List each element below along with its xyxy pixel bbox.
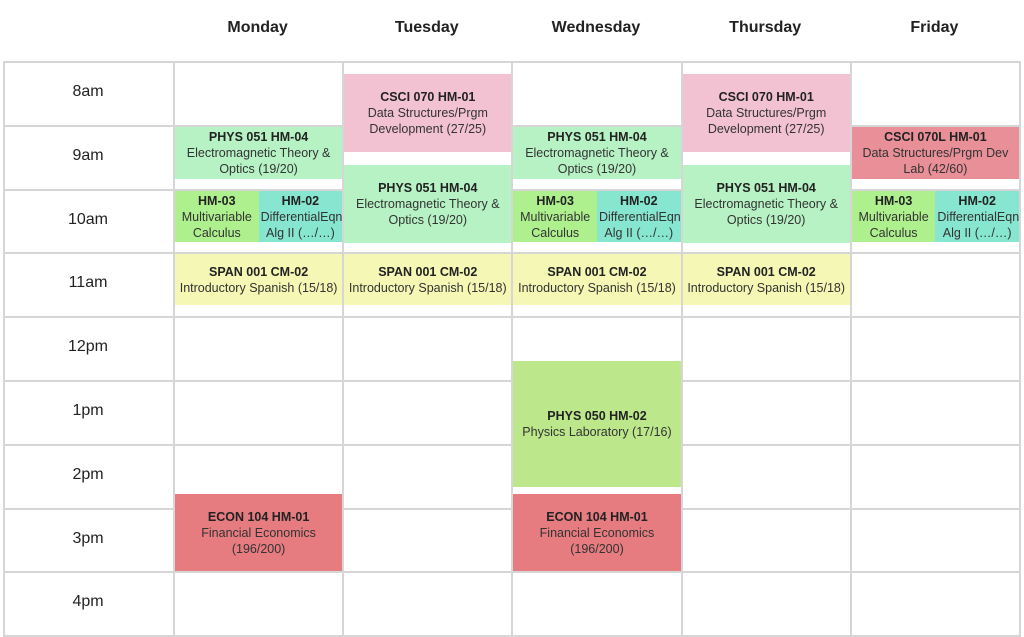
course-code: HM-03 bbox=[536, 193, 574, 208]
time-label: 2pm bbox=[72, 465, 104, 483]
time-label: 12pm bbox=[67, 338, 109, 356]
course-code: HM-03 bbox=[874, 193, 913, 208]
course-block[interactable]: ECON 104 HM-01 Financial Economics (196/2… bbox=[175, 493, 343, 572]
course-title: Introductory Spanish (15/18) bbox=[518, 280, 676, 295]
course-block[interactable]: HM-03Multivariable Calculus (…/…) bbox=[175, 190, 259, 242]
course-title: Data Structures/Prgm Development (27/25) bbox=[706, 105, 827, 136]
course-code: PHYS 050 HM-02 bbox=[547, 408, 647, 423]
course-title: Electromagnetic Theory & Optics (19/20) bbox=[355, 196, 500, 227]
course-code: CSCI 070 HM-01 bbox=[718, 89, 814, 104]
course-block[interactable]: CSCI 070L HM-01 Data Structures/Prgm Dev … bbox=[851, 126, 1019, 180]
course-block[interactable]: SPAN 001 CM-02 Introductory Spanish (15/1… bbox=[513, 254, 681, 306]
course-title: Introductory Spanish (15/18) bbox=[179, 280, 338, 295]
course-block[interactable]: CSCI 070 HM-01 Data Structures/Prgm Devel… bbox=[682, 73, 850, 152]
course-code: PHYS 051 HM-04 bbox=[378, 180, 478, 195]
course-title: Introductory Spanish (15/18) bbox=[348, 280, 507, 295]
course-block[interactable]: HM-02 DifferentialEqn Alg II (…/…) bbox=[935, 190, 1019, 242]
course-code: PHYS 051 HM-04 bbox=[547, 129, 647, 144]
course-title: Financial Economics (196/200) bbox=[539, 525, 655, 556]
time-label: 11am bbox=[68, 274, 108, 292]
day-header-friday: Friday bbox=[910, 19, 959, 36]
course-title: Multivariable Calculus (…/…) bbox=[520, 209, 591, 240]
time-label: 8am bbox=[72, 82, 104, 100]
course-title: Data Structures/Prgm Dev Lab (42/60) bbox=[862, 145, 1009, 176]
day-header-wednesday: Wednesday bbox=[551, 19, 641, 36]
course-title: Physics Laboratory (17/16) bbox=[522, 424, 672, 439]
day-header-thursday: Thursday bbox=[729, 19, 802, 36]
course-code: HM-02 bbox=[281, 193, 320, 208]
course-title: Electromagnetic Theory & Optics (19/20) bbox=[186, 145, 331, 176]
course-code: SPAN 001 CM-02 bbox=[378, 264, 478, 279]
course-code: SPAN 001 CM-02 bbox=[209, 264, 309, 279]
grid-column-line bbox=[1019, 61, 1021, 637]
course-block[interactable]: SPAN 001 CM-02 Introductory Spanish (15/1… bbox=[682, 254, 850, 306]
course-code: ECON 104 HM-01 bbox=[207, 509, 310, 524]
time-label: 1pm bbox=[72, 401, 104, 419]
day-header-tuesday: Tuesday bbox=[394, 19, 459, 36]
course-block[interactable]: HM-02 DifferentialEqn Alg II (…/…) bbox=[597, 190, 681, 242]
course-block[interactable]: PHYS 051 HM-04 Electromagnetic Theory & O… bbox=[513, 126, 681, 180]
course-code: HM-02 bbox=[958, 193, 996, 208]
course-code: ECON 104 HM-01 bbox=[546, 509, 648, 524]
time-label: 4pm bbox=[72, 593, 104, 611]
course-block[interactable]: ECON 104 HM-01 Financial Economics (196/2… bbox=[513, 493, 681, 572]
course-code: PHYS 051 HM-04 bbox=[716, 180, 816, 195]
course-code: SPAN 001 CM-02 bbox=[716, 264, 816, 279]
course-title: DifferentialEqn Alg II (…/…) bbox=[599, 209, 681, 240]
course-code: HM-03 bbox=[198, 193, 236, 208]
course-block[interactable]: HM-03Multivariable Calculus (…/…) bbox=[851, 190, 936, 242]
course-title: Electromagnetic Theory & Optics (19/20) bbox=[694, 196, 838, 227]
course-block[interactable]: HM-03Multivariable Calculus (…/…) bbox=[513, 190, 597, 242]
course-block[interactable]: PHYS 050 HM-02 Physics Laboratory (17/16) bbox=[513, 360, 681, 487]
course-block[interactable]: HM-02 DifferentialEqn Alg II (…/…) bbox=[258, 190, 343, 242]
course-title: Electromagnetic Theory & Optics (19/20) bbox=[525, 145, 669, 176]
course-block[interactable]: PHYS 051 HM-04 Electromagnetic Theory & O… bbox=[175, 126, 343, 180]
course-title: Introductory Spanish (15/18) bbox=[687, 280, 846, 295]
course-title: Multivariable Calculus (…/…) bbox=[181, 209, 252, 240]
course-title: DifferentialEqn Alg II (…/…) bbox=[937, 209, 1019, 240]
course-block[interactable]: PHYS 051 HM-04 Electromagnetic Theory & O… bbox=[682, 165, 850, 243]
time-label: 10am bbox=[67, 210, 109, 228]
course-code: CSCI 070L HM-01 bbox=[884, 129, 987, 144]
course-block[interactable]: PHYS 051 HM-04 Electromagnetic Theory & O… bbox=[344, 165, 512, 243]
course-code: HM-02 bbox=[620, 193, 658, 208]
day-header-monday: Monday bbox=[227, 19, 288, 36]
course-block[interactable]: CSCI 070 HM-01 Data Structures/Prgm Devel… bbox=[344, 73, 512, 152]
course-code: CSCI 070 HM-01 bbox=[380, 89, 476, 104]
course-code: SPAN 001 CM-02 bbox=[547, 264, 647, 279]
course-title: Multivariable Calculus (…/…) bbox=[858, 209, 929, 240]
course-title: Financial Economics (196/200) bbox=[201, 525, 316, 556]
course-title: Data Structures/Prgm Development (27/25) bbox=[367, 105, 488, 136]
course-block[interactable]: SPAN 001 CM-02 Introductory Spanish (15/1… bbox=[175, 254, 343, 306]
time-label: 9am bbox=[72, 146, 104, 164]
course-code: PHYS 051 HM-04 bbox=[208, 129, 309, 144]
course-title: DifferentialEqn Alg II (…/…) bbox=[260, 209, 343, 240]
time-label: 3pm bbox=[72, 529, 104, 547]
course-block[interactable]: SPAN 001 CM-02 Introductory Spanish (15/1… bbox=[344, 254, 512, 306]
schedule-grid: 8am 9am 10am 11am 12pm 1pm 2pm 3pm 4pm CSCI 070 H… bbox=[3, 61, 1021, 637]
